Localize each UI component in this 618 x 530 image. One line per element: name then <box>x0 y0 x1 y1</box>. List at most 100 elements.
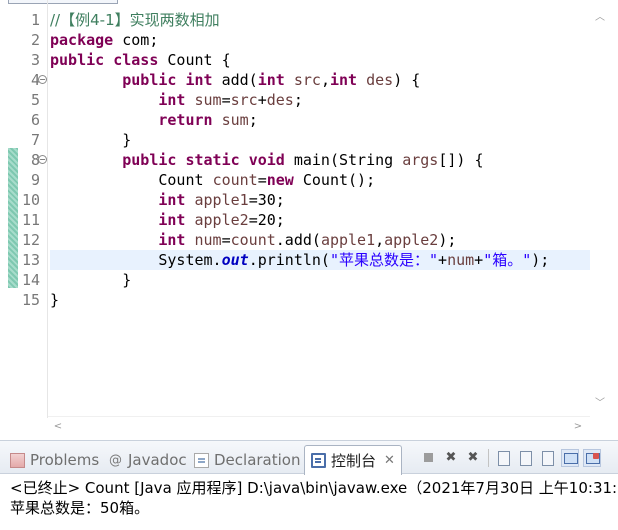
tab-console[interactable]: 控制台 ✕ <box>304 445 402 475</box>
fold-collapse-icon[interactable]: − <box>38 155 47 164</box>
code-token: =20; <box>248 211 285 229</box>
code-token: .add( <box>275 231 321 249</box>
line-number: 7 <box>30 131 40 149</box>
code-line[interactable]: } <box>50 130 590 150</box>
code-line[interactable]: int num=count.add(apple1,apple2); <box>50 230 590 250</box>
code-line[interactable]: int apple1=30; <box>50 190 590 210</box>
console-icon <box>311 453 326 468</box>
code-token: "箱。" <box>483 251 532 269</box>
code-token: + <box>474 251 484 269</box>
vertical-scrollbar[interactable]: ︿ ﹀ <box>590 8 610 416</box>
code-line[interactable]: System.out.println("苹果总数是："+num+"箱。"); <box>50 250 590 270</box>
tab-javadoc-label: Javadoc <box>128 451 187 469</box>
remove-all-terminated-icon[interactable]: ✖ <box>464 449 482 467</box>
tab-console-label: 控制台 <box>331 451 377 470</box>
line-number-ruler: 1 2 3 4 5 6 7 8 9 10 11 12 13 14 15 <box>18 10 40 310</box>
code-token: num <box>447 251 475 269</box>
code-token: , <box>320 71 330 89</box>
code-token: num <box>194 231 222 249</box>
code-token: } <box>50 271 132 289</box>
code-token: package <box>50 31 114 49</box>
line-number: 9 <box>30 171 40 189</box>
code-line[interactable]: package com; <box>50 30 590 50</box>
code-line[interactable]: public int add(int src,int des) { <box>50 70 590 90</box>
change-markers <box>8 148 18 288</box>
line-number: 10 <box>21 191 40 209</box>
code-token: out <box>221 251 249 269</box>
console-panel: Problems @ Javadoc Declaration 控制台 ✕ ✖ ✖… <box>0 440 618 530</box>
code-token: des <box>366 71 394 89</box>
code-token: + <box>438 251 448 269</box>
code-token: + <box>257 91 267 109</box>
scroll-right-icon[interactable]: > <box>572 421 584 433</box>
code-token: static <box>185 151 240 169</box>
scroll-up-icon[interactable]: ︿ <box>594 12 606 24</box>
terminate-icon[interactable] <box>420 449 438 467</box>
word-wrap-icon[interactable] <box>539 449 557 467</box>
code-editor[interactable]: Count.java 123456789101112131415 −− //【例… <box>0 0 618 440</box>
code-line[interactable]: public class Count { <box>50 50 590 70</box>
at-sign-icon: @ <box>109 452 122 468</box>
code-token: src <box>293 71 321 89</box>
code-line[interactable]: int sum=src+des; <box>50 90 590 110</box>
code-token: =30; <box>248 191 285 209</box>
code-token: count <box>212 171 258 189</box>
line-number: 11 <box>21 211 40 229</box>
fold-collapse-icon[interactable]: − <box>38 75 47 84</box>
editor-tab[interactable]: Count.java <box>8 0 118 4</box>
tab-problems-label: Problems <box>30 451 100 469</box>
clear-console-icon[interactable] <box>495 449 513 467</box>
console-output: 苹果总数是：50箱。 <box>10 499 150 517</box>
code-token: main(String <box>284 151 403 169</box>
scroll-down-icon[interactable]: ﹀ <box>594 398 606 410</box>
code-line[interactable]: Count count=new Count(); <box>50 170 590 190</box>
line-number: 2 <box>30 31 40 49</box>
tab-javadoc[interactable]: @ Javadoc <box>108 447 187 473</box>
code-token: , <box>375 231 385 249</box>
code-token: count <box>230 231 276 249</box>
line-number: 6 <box>30 111 40 129</box>
code-token: = <box>221 91 231 109</box>
code-line[interactable]: //【例4-1】实现两数相加 <box>50 10 590 30</box>
horizontal-scrollbar[interactable]: < > <box>48 416 590 436</box>
code-line[interactable]: } <box>50 270 590 290</box>
line-number: 8 <box>30 151 40 169</box>
code-token: ); <box>531 251 550 269</box>
code-token: int <box>158 211 186 229</box>
line-number: 14 <box>21 271 40 289</box>
remove-launch-icon[interactable]: ✖ <box>442 449 460 467</box>
declaration-icon <box>194 452 209 468</box>
code-token: = <box>221 231 231 249</box>
code-token: int <box>158 91 186 109</box>
code-token: Count <box>50 171 213 189</box>
code-token: ) { <box>393 71 421 89</box>
scroll-lock-icon[interactable] <box>517 449 535 467</box>
code-token: com; <box>113 31 159 49</box>
line-number: 1 <box>30 11 40 29</box>
close-icon[interactable]: ✕ <box>384 448 395 474</box>
code-token: apple2 <box>194 211 249 229</box>
code-line[interactable]: return sum; <box>50 110 590 130</box>
tab-declaration[interactable]: Declaration <box>194 447 300 473</box>
console-launch-info: <已终止> Count [Java 应用程序] D:\java\bin\java… <box>10 479 618 497</box>
line-number: 12 <box>21 231 40 249</box>
pin-console-icon[interactable] <box>561 449 579 467</box>
code-token: System. <box>50 251 222 269</box>
code-line[interactable]: } <box>50 290 590 310</box>
code-line[interactable]: public static void main(String args[]) { <box>50 150 590 170</box>
code-token: //【例4-1】实现两数相加 <box>50 11 220 29</box>
code-text[interactable]: //【例4-1】实现两数相加 package com; public class C… <box>50 10 590 310</box>
display-selected-console-icon[interactable] <box>583 449 601 467</box>
code-token: Count { <box>158 51 231 69</box>
code-token: .println( <box>248 251 330 269</box>
toolbar-separator <box>488 449 489 467</box>
code-line[interactable]: int apple2=20; <box>50 210 590 230</box>
scroll-left-icon[interactable]: < <box>52 421 64 433</box>
code-token: ; <box>248 111 258 129</box>
tab-problems[interactable]: Problems <box>10 447 99 473</box>
